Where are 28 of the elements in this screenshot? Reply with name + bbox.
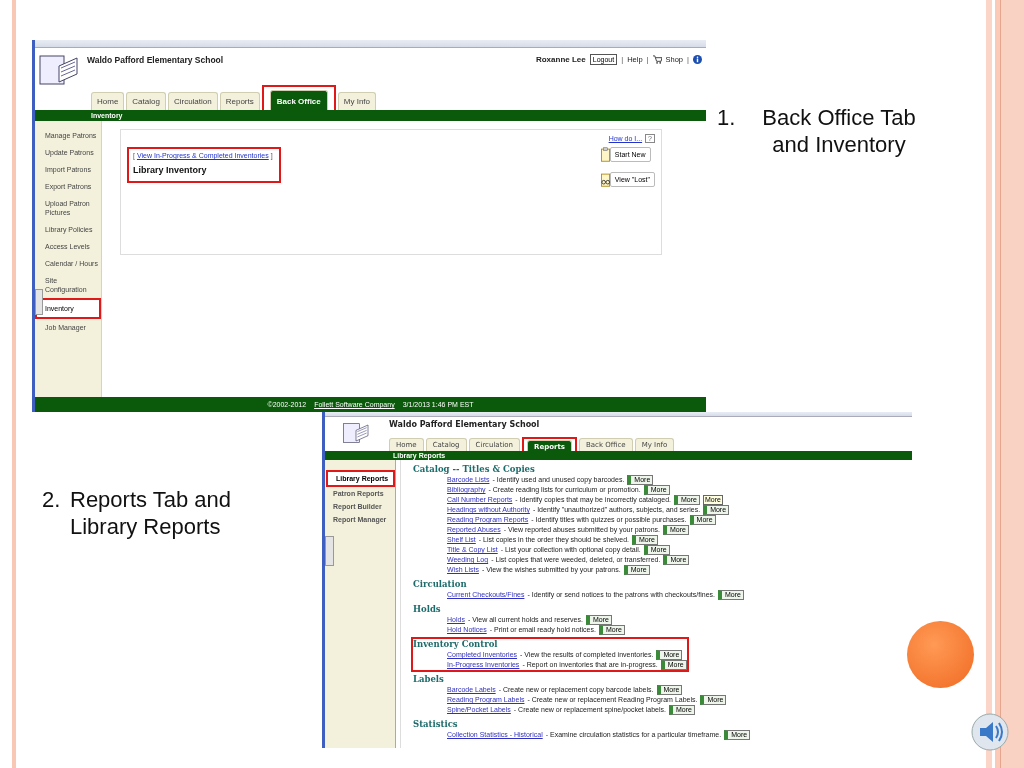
tab[interactable]: Back Office <box>269 90 328 111</box>
collapse-handle[interactable] <box>35 289 43 315</box>
section-heading: Statistics <box>413 719 459 730</box>
cart-icon <box>652 55 662 64</box>
caption-text: Back Office Tab and Inventory <box>761 104 917 158</box>
section-heading: Labels <box>413 674 445 685</box>
caption-text: Reports Tab and Library Reports <box>70 486 233 540</box>
collapse-handle[interactable] <box>325 536 334 566</box>
info-icon[interactable] <box>693 54 702 65</box>
tab[interactable]: Reports <box>219 92 260 110</box>
section-heading: Catalog -- Titles & Copies <box>413 464 536 475</box>
tab[interactable]: My Info <box>337 92 376 110</box>
page-heading: Library Inventory <box>133 165 208 175</box>
caption-number: 2. <box>42 486 62 514</box>
logo-icon <box>39 52 79 88</box>
glasses-icon <box>600 172 610 187</box>
section-heading: Inventory Control <box>413 639 499 650</box>
clipboard-icon <box>600 147 610 162</box>
tab[interactable]: Circulation <box>167 92 218 110</box>
school-name: Waldo Pafford Elementary School <box>87 54 224 65</box>
speaker-icon[interactable] <box>970 712 1010 752</box>
section-heading: Circulation <box>413 579 468 590</box>
user-name: Roxanne Lee <box>535 55 586 64</box>
tab[interactable]: Catalog <box>126 92 166 110</box>
school-name: Waldo Pafford Elementary School <box>389 419 541 429</box>
section-heading: Holds <box>413 604 442 615</box>
tab[interactable]: Home <box>91 92 125 110</box>
caption-number: 1. <box>717 104 737 132</box>
